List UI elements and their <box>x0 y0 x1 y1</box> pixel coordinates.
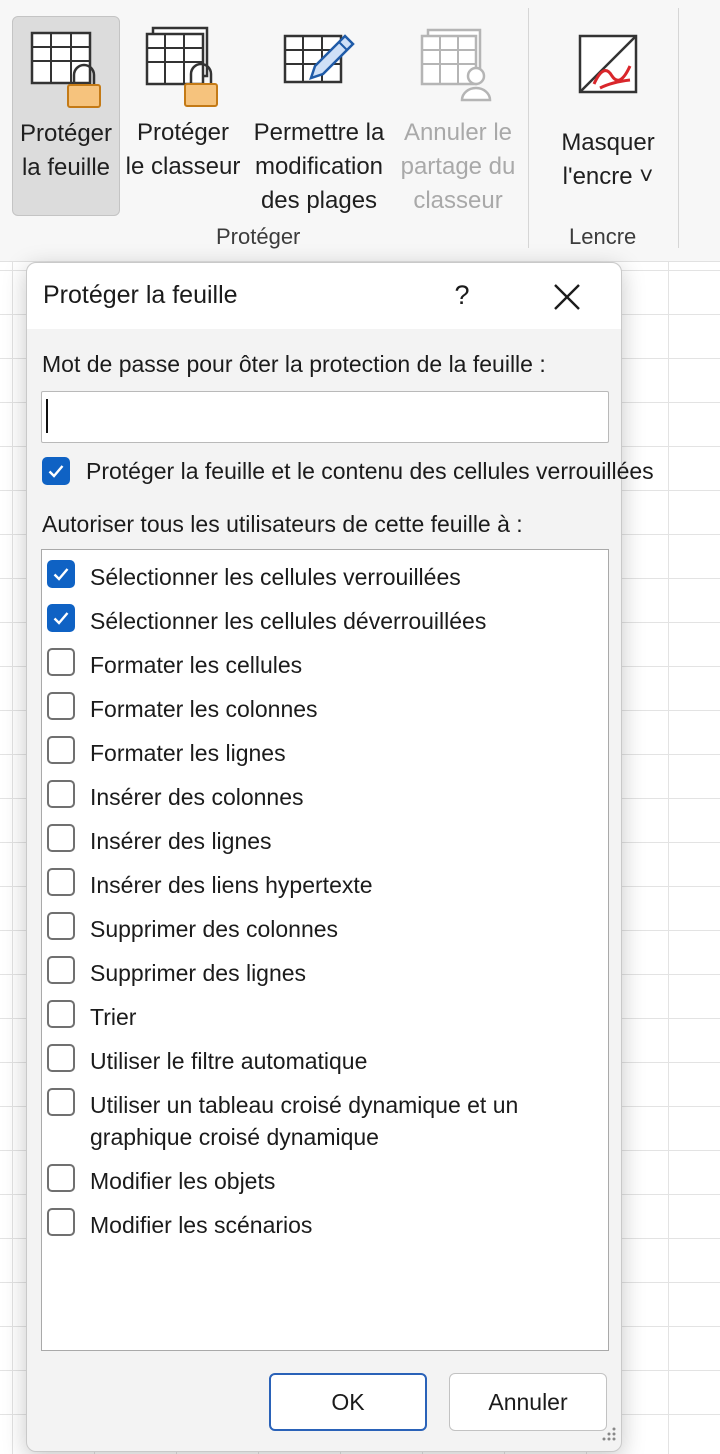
option-checkbox[interactable] <box>47 692 75 720</box>
option-checkbox[interactable] <box>47 1000 75 1028</box>
option-label: Utiliser un tableau croisé dynamique et … <box>90 1092 519 1150</box>
close-icon <box>554 284 580 310</box>
password-label: Mot de passe pour ôter la protection de … <box>42 351 546 377</box>
unshare-workbook-label: Annuler le partage du classeur <box>400 119 516 214</box>
option-checkbox[interactable] <box>47 648 75 676</box>
allow-edit-ranges-button[interactable]: Permettre la modification des plages <box>246 16 392 216</box>
protect-sheet-dialog: Protéger la feuille ? Mot de passe pour … <box>26 262 654 1452</box>
hide-ink-label: Masquer l'encre ˅ <box>561 129 655 190</box>
option-label: Sélectionner les cellules déverrouillées <box>90 608 487 634</box>
group-label-proteger: Protéger <box>216 224 301 249</box>
protect-contents-checkbox[interactable] <box>42 457 70 485</box>
option-label: Formater les colonnes <box>90 696 318 722</box>
dialog-titlebar: Protéger la feuille ? <box>27 263 621 329</box>
option-label: Modifier les scénarios <box>90 1212 313 1238</box>
option-checkbox[interactable] <box>47 604 75 632</box>
option-checkbox[interactable] <box>47 780 75 808</box>
help-button[interactable]: ? <box>445 273 479 317</box>
option-label: Sélectionner les cellules verrouillées <box>90 564 461 590</box>
option-checkbox[interactable] <box>47 1088 75 1116</box>
option-label: Trier <box>90 1004 137 1030</box>
option-label: Insérer des lignes <box>90 828 272 854</box>
ok-button[interactable]: OK <box>269 1373 427 1431</box>
protect-sheet-label: Protéger la feuille <box>19 120 113 181</box>
hide-ink-button[interactable]: Masquer l'encre ˅ <box>546 16 670 216</box>
permissions-list: Sélectionner les cellules verrouillées S… <box>41 549 609 1351</box>
option-label: Formater les cellules <box>90 652 303 678</box>
allow-edit-ranges-label: Permettre la modification des plages <box>253 119 385 214</box>
checkmark-icon <box>48 465 64 478</box>
close-button[interactable] <box>547 277 587 317</box>
option-label: Formater les lignes <box>90 740 286 766</box>
option-checkbox[interactable] <box>47 912 75 940</box>
protect-contents-label: Protéger la feuille et le contenu des ce… <box>86 458 654 484</box>
allow-users-label: Autoriser tous les utilisateurs de cette… <box>42 511 523 537</box>
checkmark-icon <box>53 612 69 625</box>
option-checkbox[interactable] <box>47 868 75 896</box>
checkmark-icon <box>53 568 69 581</box>
option-checkbox[interactable] <box>47 1164 75 1192</box>
option-checkbox[interactable] <box>47 824 75 852</box>
option-label: Utiliser le filtre automatique <box>90 1048 368 1074</box>
unshare-workbook-button: Annuler le partage du classeur <box>394 16 522 216</box>
option-checkbox[interactable] <box>47 956 75 984</box>
cancel-button[interactable]: Annuler <box>449 1373 607 1431</box>
resize-grip-icon[interactable] <box>601 1426 617 1447</box>
option-label: Modifier les objets <box>90 1168 276 1194</box>
protect-workbook-label: Protéger le classeur <box>125 119 241 180</box>
option-checkbox[interactable] <box>47 1044 75 1072</box>
option-checkbox[interactable] <box>47 560 75 588</box>
option-label: Supprimer des lignes <box>90 960 307 986</box>
protect-workbook-button[interactable]: Protéger le classeur <box>122 16 244 216</box>
protect-sheet-icon <box>28 27 104 119</box>
option-checkbox[interactable] <box>47 736 75 764</box>
protect-workbook-icon <box>145 26 221 118</box>
ribbon: Protéger la feuille Protéger le classeur <box>0 0 720 262</box>
option-label: Supprimer des colonnes <box>90 916 339 942</box>
ribbon-separator-end <box>678 8 679 248</box>
hide-ink-icon <box>570 26 646 118</box>
group-label-lencre: Lencre <box>569 224 637 249</box>
text-caret <box>46 399 48 433</box>
option-label: Insérer des colonnes <box>90 784 304 810</box>
option-label: Insérer des liens hypertexte <box>90 872 373 898</box>
dialog-title: Protéger la feuille <box>43 281 238 309</box>
unshare-workbook-icon <box>420 26 496 118</box>
option-checkbox[interactable] <box>47 1208 75 1236</box>
ribbon-separator <box>528 8 529 248</box>
allow-edit-ranges-icon <box>281 26 357 118</box>
protect-sheet-button[interactable]: Protéger la feuille <box>12 16 120 216</box>
password-input[interactable] <box>41 391 609 443</box>
